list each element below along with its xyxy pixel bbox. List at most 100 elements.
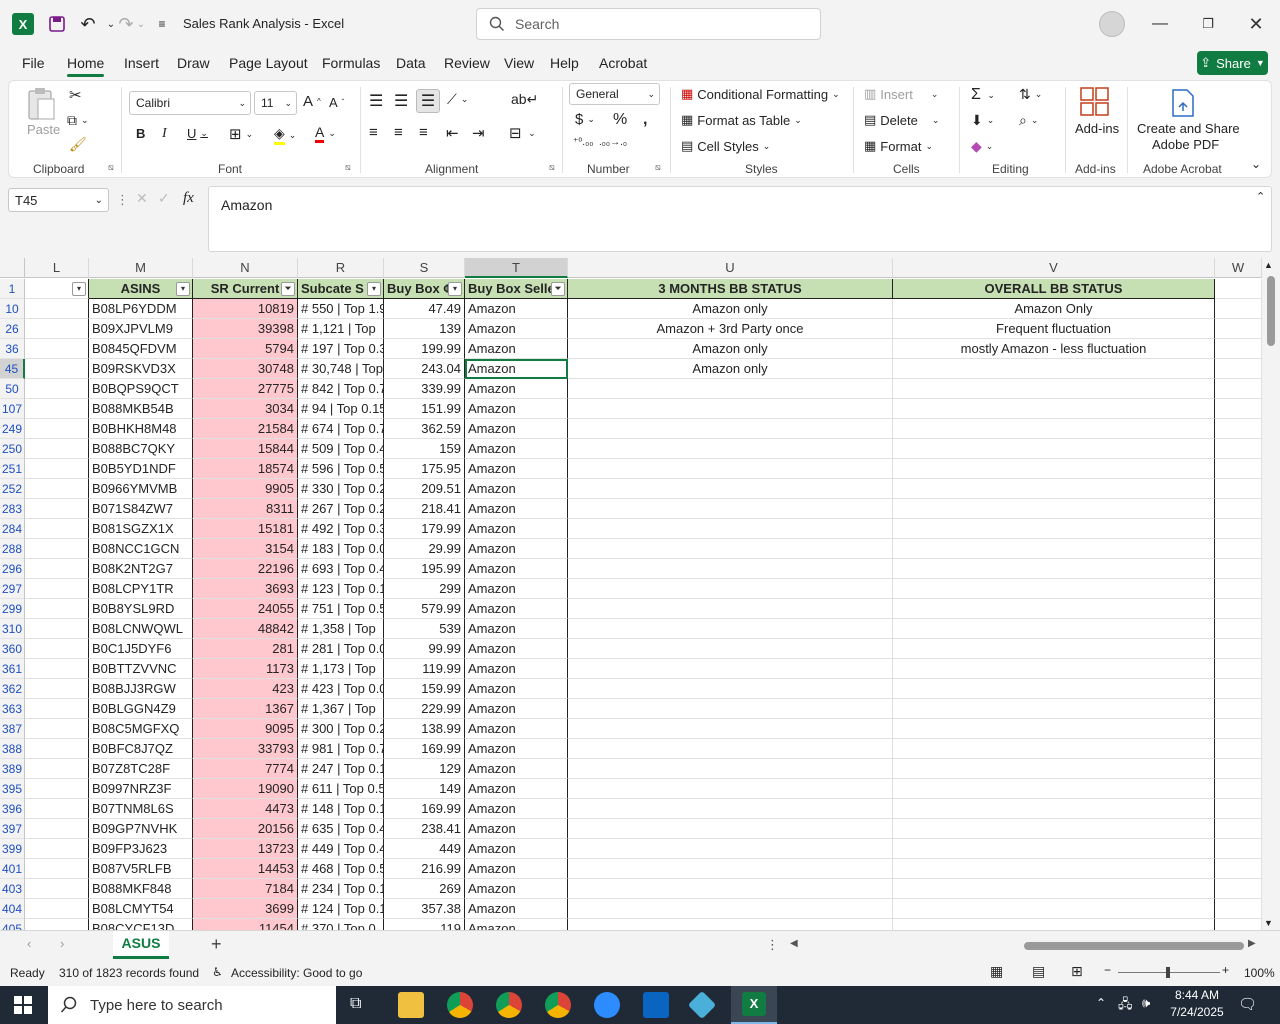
cell-3-months-status[interactable] (568, 499, 893, 519)
zoom-slider-thumb[interactable] (1166, 967, 1170, 978)
cell-buy-box-price[interactable]: 243.04 (384, 359, 465, 379)
cell-buy-box-seller[interactable]: Amazon (465, 399, 568, 419)
cell-w[interactable] (1215, 739, 1262, 759)
cell-l[interactable] (25, 339, 89, 359)
cell-l[interactable] (25, 759, 89, 779)
cell-l[interactable] (25, 799, 89, 819)
cell-overall-status[interactable] (893, 379, 1215, 399)
cell-asin[interactable]: B09FP3J623 (89, 839, 193, 859)
row-header[interactable]: 395 (0, 779, 25, 799)
row-header[interactable]: 1 (0, 279, 25, 299)
cell-3-months-status[interactable] (568, 719, 893, 739)
cell-overall-status[interactable] (893, 619, 1215, 639)
cell-sr-current[interactable]: 19090 (193, 779, 298, 799)
insert-function-icon[interactable]: fx (183, 190, 194, 207)
cell-buy-box-price[interactable]: 129 (384, 759, 465, 779)
app-diamond-icon[interactable] (687, 990, 717, 1020)
network-icon[interactable]: 🖧 (1118, 995, 1133, 1017)
filter-dropdown-icon[interactable]: ▾ (448, 282, 462, 296)
cell-sr-current[interactable]: 15181 (193, 519, 298, 539)
cell-sr-current[interactable]: 3699 (193, 899, 298, 919)
cell-overall-status[interactable] (893, 779, 1215, 799)
cell-subcategory[interactable]: # 751 | Top 0.5 (298, 599, 384, 619)
cell-asin[interactable]: B09RSKVD3X (89, 359, 193, 379)
cell-l[interactable] (25, 519, 89, 539)
enter-formula-icon[interactable]: ✓ (158, 190, 170, 207)
row-header[interactable]: 401 (0, 859, 25, 879)
row-header[interactable]: 405 (0, 919, 25, 930)
column-header-t[interactable]: T (465, 258, 568, 278)
taskbar-excel-active[interactable]: X (731, 986, 777, 1024)
cell-overall-status[interactable] (893, 839, 1215, 859)
cell-buy-box-seller[interactable]: Amazon (465, 519, 568, 539)
collapse-ribbon-icon[interactable]: ⌄ (1251, 157, 1261, 171)
cell-3-months-status[interactable] (568, 819, 893, 839)
cell-3-months-status[interactable] (568, 579, 893, 599)
cell-w[interactable] (1215, 699, 1262, 719)
cell-overall-status[interactable] (893, 919, 1215, 930)
cell-subcategory[interactable]: # 94 | Top 0.15 (298, 399, 384, 419)
cell-sr-current[interactable]: 15844 (193, 439, 298, 459)
cell-overall-status[interactable] (893, 519, 1215, 539)
header-buy-box-price[interactable]: Buy Box ¢ ▾ (384, 279, 465, 299)
sheet-tab-asus[interactable]: ASUS (113, 931, 169, 959)
cell-l[interactable] (25, 659, 89, 679)
column-header-l[interactable]: L (25, 258, 89, 278)
column-header-n[interactable]: N (193, 258, 298, 278)
cell-buy-box-seller[interactable]: Amazon (465, 599, 568, 619)
cell-overall-status[interactable] (893, 399, 1215, 419)
cell-w[interactable] (1215, 659, 1262, 679)
cell-overall-status[interactable]: mostly Amazon - less fluctuation (893, 339, 1215, 359)
vertical-scrollbar[interactable]: ▲ ▼ (1262, 258, 1280, 930)
cell-asin[interactable]: B09GP7NVHK (89, 819, 193, 839)
italic-icon[interactable]: I (162, 126, 167, 142)
file-explorer-icon[interactable] (398, 992, 424, 1018)
cell-overall-status[interactable] (893, 419, 1215, 439)
cell-asin[interactable]: B088MKF848 (89, 879, 193, 899)
number-format-select[interactable]: General ⌄ (569, 83, 660, 105)
cell-overall-status[interactable] (893, 439, 1215, 459)
cell-l[interactable] (25, 779, 89, 799)
cell-3-months-status[interactable] (568, 639, 893, 659)
cell-styles-button[interactable]: ▤ Cell Styles ⌄ (681, 138, 770, 154)
cell-buy-box-price[interactable]: 299 (384, 579, 465, 599)
header-overall-bb-status[interactable]: OVERALL BB STATUS (893, 279, 1215, 299)
tab-review[interactable]: Review (444, 55, 490, 71)
row-header[interactable]: 396 (0, 799, 25, 819)
cell-sr-current[interactable]: 39398 (193, 319, 298, 339)
cell-subcategory[interactable]: # 596 | Top 0.5 (298, 459, 384, 479)
row-header[interactable]: 296 (0, 559, 25, 579)
row-header[interactable]: 403 (0, 879, 25, 899)
cell-asin[interactable]: B08CYCF13D (89, 919, 193, 930)
taskbar-time[interactable]: 8:44 AM (1172, 988, 1222, 1002)
conditional-formatting-button[interactable]: ▦ Conditional Formatting ⌄ (681, 86, 840, 102)
cell-asin[interactable]: B09XJPVLM9 (89, 319, 193, 339)
row-header[interactable]: 284 (0, 519, 25, 539)
tray-chevron-icon[interactable]: ⌃ (1096, 996, 1106, 1010)
cell-sr-current[interactable]: 281 (193, 639, 298, 659)
cell-asin[interactable]: B0B5YD1NDF (89, 459, 193, 479)
cell-buy-box-seller[interactable]: Amazon (465, 739, 568, 759)
tab-formulas[interactable]: Formulas (322, 55, 380, 71)
cell-sr-current[interactable]: 14453 (193, 859, 298, 879)
filter-dropdown-icon[interactable]: ▾ (176, 282, 190, 296)
outlook-icon[interactable] (643, 992, 669, 1018)
cell-l[interactable] (25, 739, 89, 759)
cell-w[interactable] (1215, 859, 1262, 879)
cell-buy-box-price[interactable]: 216.99 (384, 859, 465, 879)
cell-l[interactable] (25, 299, 89, 319)
zoom-app-icon[interactable] (594, 992, 620, 1018)
chrome-icon[interactable] (447, 992, 473, 1018)
cell-w[interactable] (1215, 579, 1262, 599)
tab-home[interactable]: Home (67, 55, 105, 77)
row-header[interactable]: 404 (0, 899, 25, 919)
align-bottom-icon[interactable]: ☰ (416, 89, 440, 113)
chrome-profile-2-icon[interactable] (496, 992, 522, 1018)
cell-sr-current[interactable]: 10819 (193, 299, 298, 319)
cell-overall-status[interactable] (893, 459, 1215, 479)
cell-sr-current[interactable]: 7184 (193, 879, 298, 899)
cell-subcategory[interactable]: # 267 | Top 0.2 (298, 499, 384, 519)
cell-3-months-status[interactable] (568, 619, 893, 639)
cell-sr-current[interactable]: 8311 (193, 499, 298, 519)
decrease-indent-icon[interactable]: ⇤ (446, 124, 459, 142)
